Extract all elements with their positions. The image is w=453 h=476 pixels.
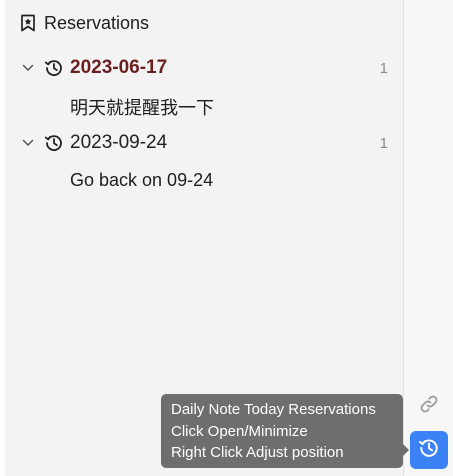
group-date: 2023-09-24: [70, 132, 168, 153]
tooltip-arrow: [403, 444, 409, 456]
app-root: Reservations 2023-06-17 1 明天就提醒我一下 2023-…: [0, 0, 453, 476]
panel-title: Reservations: [44, 12, 150, 33]
history-icon: [44, 133, 64, 153]
reservation-item[interactable]: 明天就提醒我一下: [70, 94, 214, 120]
panel-header: Reservations: [18, 10, 149, 36]
group-count: 1: [379, 59, 388, 77]
group-date: 2023-06-17: [70, 57, 168, 78]
link-icon: [418, 393, 440, 420]
reservation-group-2023-06-17[interactable]: 2023-06-17 1: [18, 55, 388, 81]
history-icon: [44, 58, 64, 78]
bookmark-star-icon: [18, 13, 38, 33]
fab-tooltip: Daily Note Today Reservations Click Open…: [161, 394, 403, 468]
daily-note-reservations-button[interactable]: [410, 431, 448, 469]
reservation-group-2023-09-24[interactable]: 2023-09-24 1: [18, 130, 388, 156]
tooltip-line: Right Click Adjust position: [171, 444, 344, 461]
tooltip-line: Click Open/Minimize: [171, 422, 308, 440]
chevron-down-icon[interactable]: [18, 133, 38, 153]
history-icon: [418, 437, 440, 464]
link-button[interactable]: [417, 394, 441, 418]
group-count: 1: [379, 134, 388, 152]
reservation-item[interactable]: Go back on 09-24: [70, 170, 213, 191]
tooltip-line: Daily Note Today Reservations: [171, 401, 376, 418]
chevron-down-icon[interactable]: [18, 58, 38, 78]
